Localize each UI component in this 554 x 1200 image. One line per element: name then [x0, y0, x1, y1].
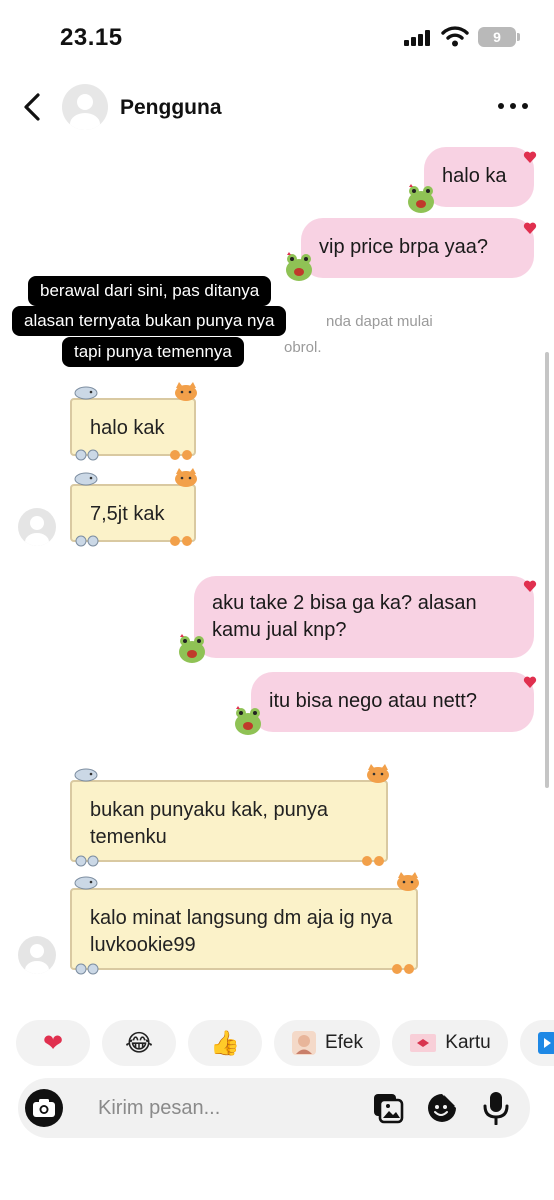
- paws-decoration-icon: [75, 963, 99, 975]
- elephant-sticker-icon: [74, 472, 98, 486]
- thumbs-up-reaction-button[interactable]: 👍: [188, 1020, 262, 1066]
- camera-icon[interactable]: [24, 1088, 64, 1128]
- paws-decoration-icon: [75, 855, 99, 867]
- message-text: halo ka: [442, 165, 507, 187]
- card-label: Kartu: [445, 1032, 491, 1053]
- message-text: aku take 2 bisa ga ka? alasan kamu jual …: [212, 592, 477, 641]
- laugh-emoji-icon: 😂: [124, 1029, 154, 1057]
- caption-line-2: alasan ternyata bukan punya nya: [12, 306, 287, 336]
- heart-icon: [523, 222, 537, 234]
- avatar[interactable]: [18, 936, 56, 974]
- battery-icon: 9: [478, 27, 516, 47]
- effects-thumbnail-icon: [291, 1031, 316, 1055]
- cat-sticker-icon: [175, 468, 197, 487]
- laugh-reaction-button[interactable]: 😂: [102, 1020, 176, 1066]
- heart-reaction-button[interactable]: ❤: [16, 1020, 90, 1066]
- wifi-icon: [441, 26, 469, 47]
- more-options-icon[interactable]: [498, 103, 530, 111]
- chat-header: Pengguna: [0, 78, 554, 138]
- heart-icon: [523, 151, 537, 163]
- paws-decoration-icon: [362, 856, 384, 866]
- heart-icon: [523, 580, 537, 592]
- outgoing-message[interactable]: halo ka: [424, 147, 534, 207]
- sticker-icon[interactable]: [426, 1092, 458, 1124]
- message-text: bukan punyaku kak, punya temenku: [90, 799, 328, 848]
- outgoing-message[interactable]: aku take 2 bisa ga ka? alasan kamu jual …: [194, 576, 534, 658]
- system-hint-line-2: obrol.: [284, 339, 322, 356]
- message-text: itu bisa nego atau nett?: [269, 690, 477, 712]
- elephant-sticker-icon: [74, 768, 98, 782]
- heart-icon: ❤: [42, 1029, 64, 1057]
- scrollbar[interactable]: [545, 352, 549, 788]
- thumbs-up-icon: 👍: [210, 1029, 240, 1057]
- cat-sticker-icon: [397, 872, 419, 891]
- cat-sticker-icon: [175, 382, 197, 401]
- battery-tip: [517, 33, 520, 41]
- back-arrow-icon[interactable]: [20, 92, 44, 122]
- effects-button[interactable]: Efek: [274, 1020, 380, 1066]
- frog-sticker-icon: [235, 706, 261, 735]
- heart-icon: [523, 676, 537, 688]
- elephant-sticker-icon: [74, 386, 98, 400]
- message-text: halo kak: [90, 417, 165, 439]
- avatar[interactable]: [62, 84, 108, 130]
- signal-icon: [404, 30, 434, 46]
- message-input[interactable]: [98, 1090, 358, 1126]
- microphone-icon[interactable]: [482, 1091, 510, 1125]
- paws-decoration-icon: [392, 964, 414, 974]
- paws-decoration-icon: [75, 535, 99, 547]
- more-reactions-button[interactable]: [520, 1020, 554, 1066]
- incoming-message[interactable]: bukan punyaku kak, punya temenku: [70, 780, 388, 862]
- card-gift-icon: [410, 1034, 437, 1052]
- caption-line-3: tapi punya temennya: [62, 337, 244, 367]
- message-composer: [18, 1078, 530, 1138]
- incoming-message[interactable]: kalo minat langsung dm aja ig nya luvkoo…: [70, 888, 418, 970]
- gallery-icon[interactable]: [372, 1092, 404, 1124]
- frog-sticker-icon: [286, 252, 312, 281]
- cat-sticker-icon: [367, 764, 389, 783]
- contact-name[interactable]: Pengguna: [120, 96, 222, 120]
- quick-reaction-bar: ❤ 😂 👍 Efek Kartu: [0, 1020, 554, 1068]
- play-icon: [538, 1032, 554, 1054]
- caption-line-1: berawal dari sini, pas ditanya: [28, 276, 272, 306]
- frog-sticker-icon: [179, 634, 205, 663]
- elephant-sticker-icon: [74, 876, 98, 890]
- paws-decoration-icon: [170, 450, 192, 460]
- status-bar: 23.15 9: [0, 0, 554, 70]
- message-text: vip price brpa yaa?: [319, 236, 488, 258]
- outgoing-message[interactable]: vip price brpa yaa?: [301, 218, 534, 278]
- paws-decoration-icon: [170, 536, 192, 546]
- incoming-message[interactable]: 7,5jt kak: [70, 484, 196, 542]
- message-text: kalo minat langsung dm aja ig nya luvkoo…: [90, 907, 393, 956]
- paws-decoration-icon: [75, 449, 99, 461]
- status-time: 23.15: [60, 24, 123, 51]
- avatar[interactable]: [18, 508, 56, 546]
- card-button[interactable]: Kartu: [392, 1020, 508, 1066]
- outgoing-message[interactable]: itu bisa nego atau nett?: [251, 672, 534, 732]
- system-hint-line-1: nda dapat mulai: [326, 313, 433, 330]
- incoming-message[interactable]: halo kak: [70, 398, 196, 456]
- effects-label: Efek: [324, 1032, 364, 1053]
- message-text: 7,5jt kak: [90, 503, 165, 525]
- frog-sticker-icon: [408, 184, 434, 213]
